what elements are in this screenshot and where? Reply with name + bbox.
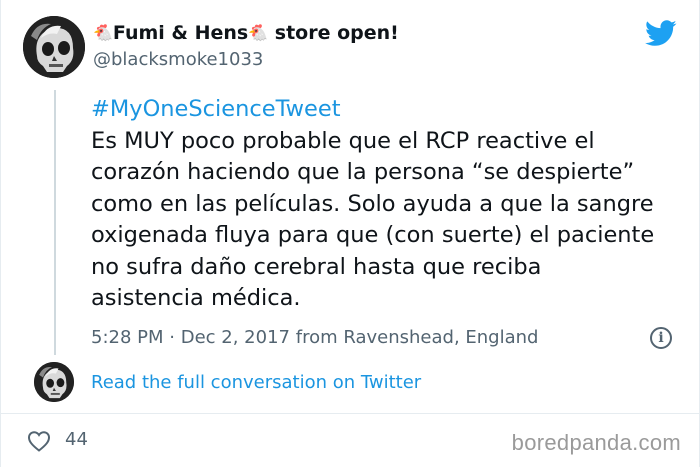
divider (1, 413, 699, 414)
tweet-time[interactable]: 5:28 PM (91, 327, 164, 348)
meta-separator: · (169, 327, 175, 348)
tweet-card: 🐔Fumi & Hens🐔 store open! @blacksmoke103… (0, 0, 700, 467)
author-name-part2: store open! (274, 22, 399, 44)
tweet-body: #MyOneScienceTweet Es MUY poco probable … (91, 94, 681, 315)
author-name-part1: Fumi & Hens (112, 22, 249, 44)
likes-count[interactable]: 44 (65, 429, 88, 450)
tweet-text: Es MUY poco probable que el RCP reactive… (91, 127, 655, 312)
hashtag-link[interactable]: #MyOneScienceTweet (91, 94, 681, 126)
skull-avatar-icon (23, 16, 85, 78)
tweet-date[interactable]: Dec 2, 2017 (181, 327, 290, 348)
chicken-emoji-icon: 🐔 (248, 23, 269, 42)
skull-avatar-icon (34, 362, 74, 402)
chicken-emoji-icon: 🐔 (93, 23, 113, 42)
author-display-name[interactable]: 🐔Fumi & Hens🐔 store open! (93, 22, 399, 44)
author-handle[interactable]: @blacksmoke1033 (93, 49, 263, 70)
author-avatar[interactable] (23, 16, 85, 78)
reply-avatar[interactable] (34, 362, 74, 402)
heart-icon[interactable] (27, 430, 51, 452)
watermark: boredpanda.com (511, 430, 681, 455)
tweet-location: from Ravenshead, England (295, 327, 539, 348)
twitter-bird-icon[interactable] (645, 20, 677, 47)
thread-line (54, 90, 56, 355)
page: 🐔Fumi & Hens🐔 store open! @blacksmoke103… (0, 0, 700, 467)
info-icon[interactable]: i (650, 327, 672, 349)
tweet-meta: 5:28 PM · Dec 2, 2017 from Ravenshead, E… (91, 327, 538, 348)
read-conversation-link[interactable]: Read the full conversation on Twitter (91, 372, 421, 393)
